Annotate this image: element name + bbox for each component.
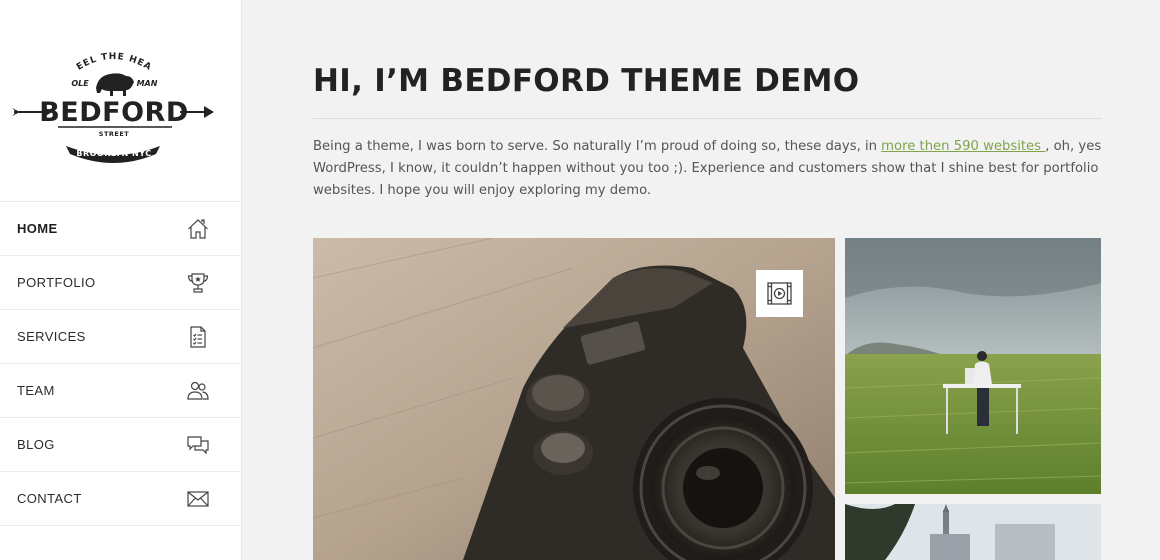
nav-item-portfolio[interactable]: PORTFOLIO xyxy=(0,256,241,310)
users-icon xyxy=(186,379,210,403)
nav-item-services[interactable]: SERVICES xyxy=(0,310,241,364)
sidebar: FEEL THE HEAT OLE MAN BEDFORD STREET BR xyxy=(0,0,242,560)
trophy-icon xyxy=(186,271,210,295)
main-navigation: HOME PORTFOLIO SERVICES TEAM BLOG CONTAC… xyxy=(0,201,241,526)
gallery-tile-city[interactable] xyxy=(845,504,1101,560)
logo-city: BROOKLYN NYC xyxy=(76,149,151,158)
intro-paragraph: Being a theme, I was born to serve. So n… xyxy=(313,136,1102,202)
logo-tagline: FEEL THE HEAT xyxy=(0,0,152,73)
nav-item-label: TEAM xyxy=(17,383,55,398)
envelope-icon xyxy=(186,487,210,511)
logo-right-word: MAN xyxy=(137,79,158,88)
logo-left-word: OLE xyxy=(71,79,89,88)
video-play-button[interactable] xyxy=(756,270,803,317)
websites-link[interactable]: more then 590 websites xyxy=(881,139,1045,154)
nav-item-contact[interactable]: CONTACT xyxy=(0,472,241,526)
city-photo xyxy=(845,504,1101,560)
nav-item-label: BLOG xyxy=(17,437,55,452)
logo-street: STREET xyxy=(99,130,130,138)
chat-icon xyxy=(186,433,210,457)
home-icon xyxy=(186,217,210,241)
intro-text-start: Being a theme, I was born to serve. So n… xyxy=(313,139,882,154)
checklist-icon xyxy=(186,325,210,349)
nav-item-blog[interactable]: BLOG xyxy=(0,418,241,472)
nav-item-label: CONTACT xyxy=(17,491,82,506)
logo-emblem: FEEL THE HEAT OLE MAN BEDFORD STREET BR xyxy=(0,0,214,163)
bison-icon xyxy=(96,73,134,96)
svg-text:FEEL THE HEAT: FEEL THE HEAT xyxy=(0,0,153,73)
nav-item-label: PORTFOLIO xyxy=(17,275,96,290)
logo-name: BEDFORD xyxy=(39,97,189,128)
page-title: HI, I’M BEDFORD THEME DEMO xyxy=(313,63,860,99)
bedford-logo[interactable]: FEEL THE HEAT OLE MAN BEDFORD STREET BR xyxy=(0,0,241,201)
nav-item-label: HOME xyxy=(17,221,58,236)
nav-item-home[interactable]: HOME xyxy=(0,202,241,256)
field-desk-photo xyxy=(845,238,1101,494)
title-divider xyxy=(313,118,1102,119)
video-play-icon xyxy=(767,282,792,305)
gallery-tile-field[interactable] xyxy=(845,238,1101,494)
nav-item-team[interactable]: TEAM xyxy=(0,364,241,418)
nav-item-label: SERVICES xyxy=(17,329,86,344)
